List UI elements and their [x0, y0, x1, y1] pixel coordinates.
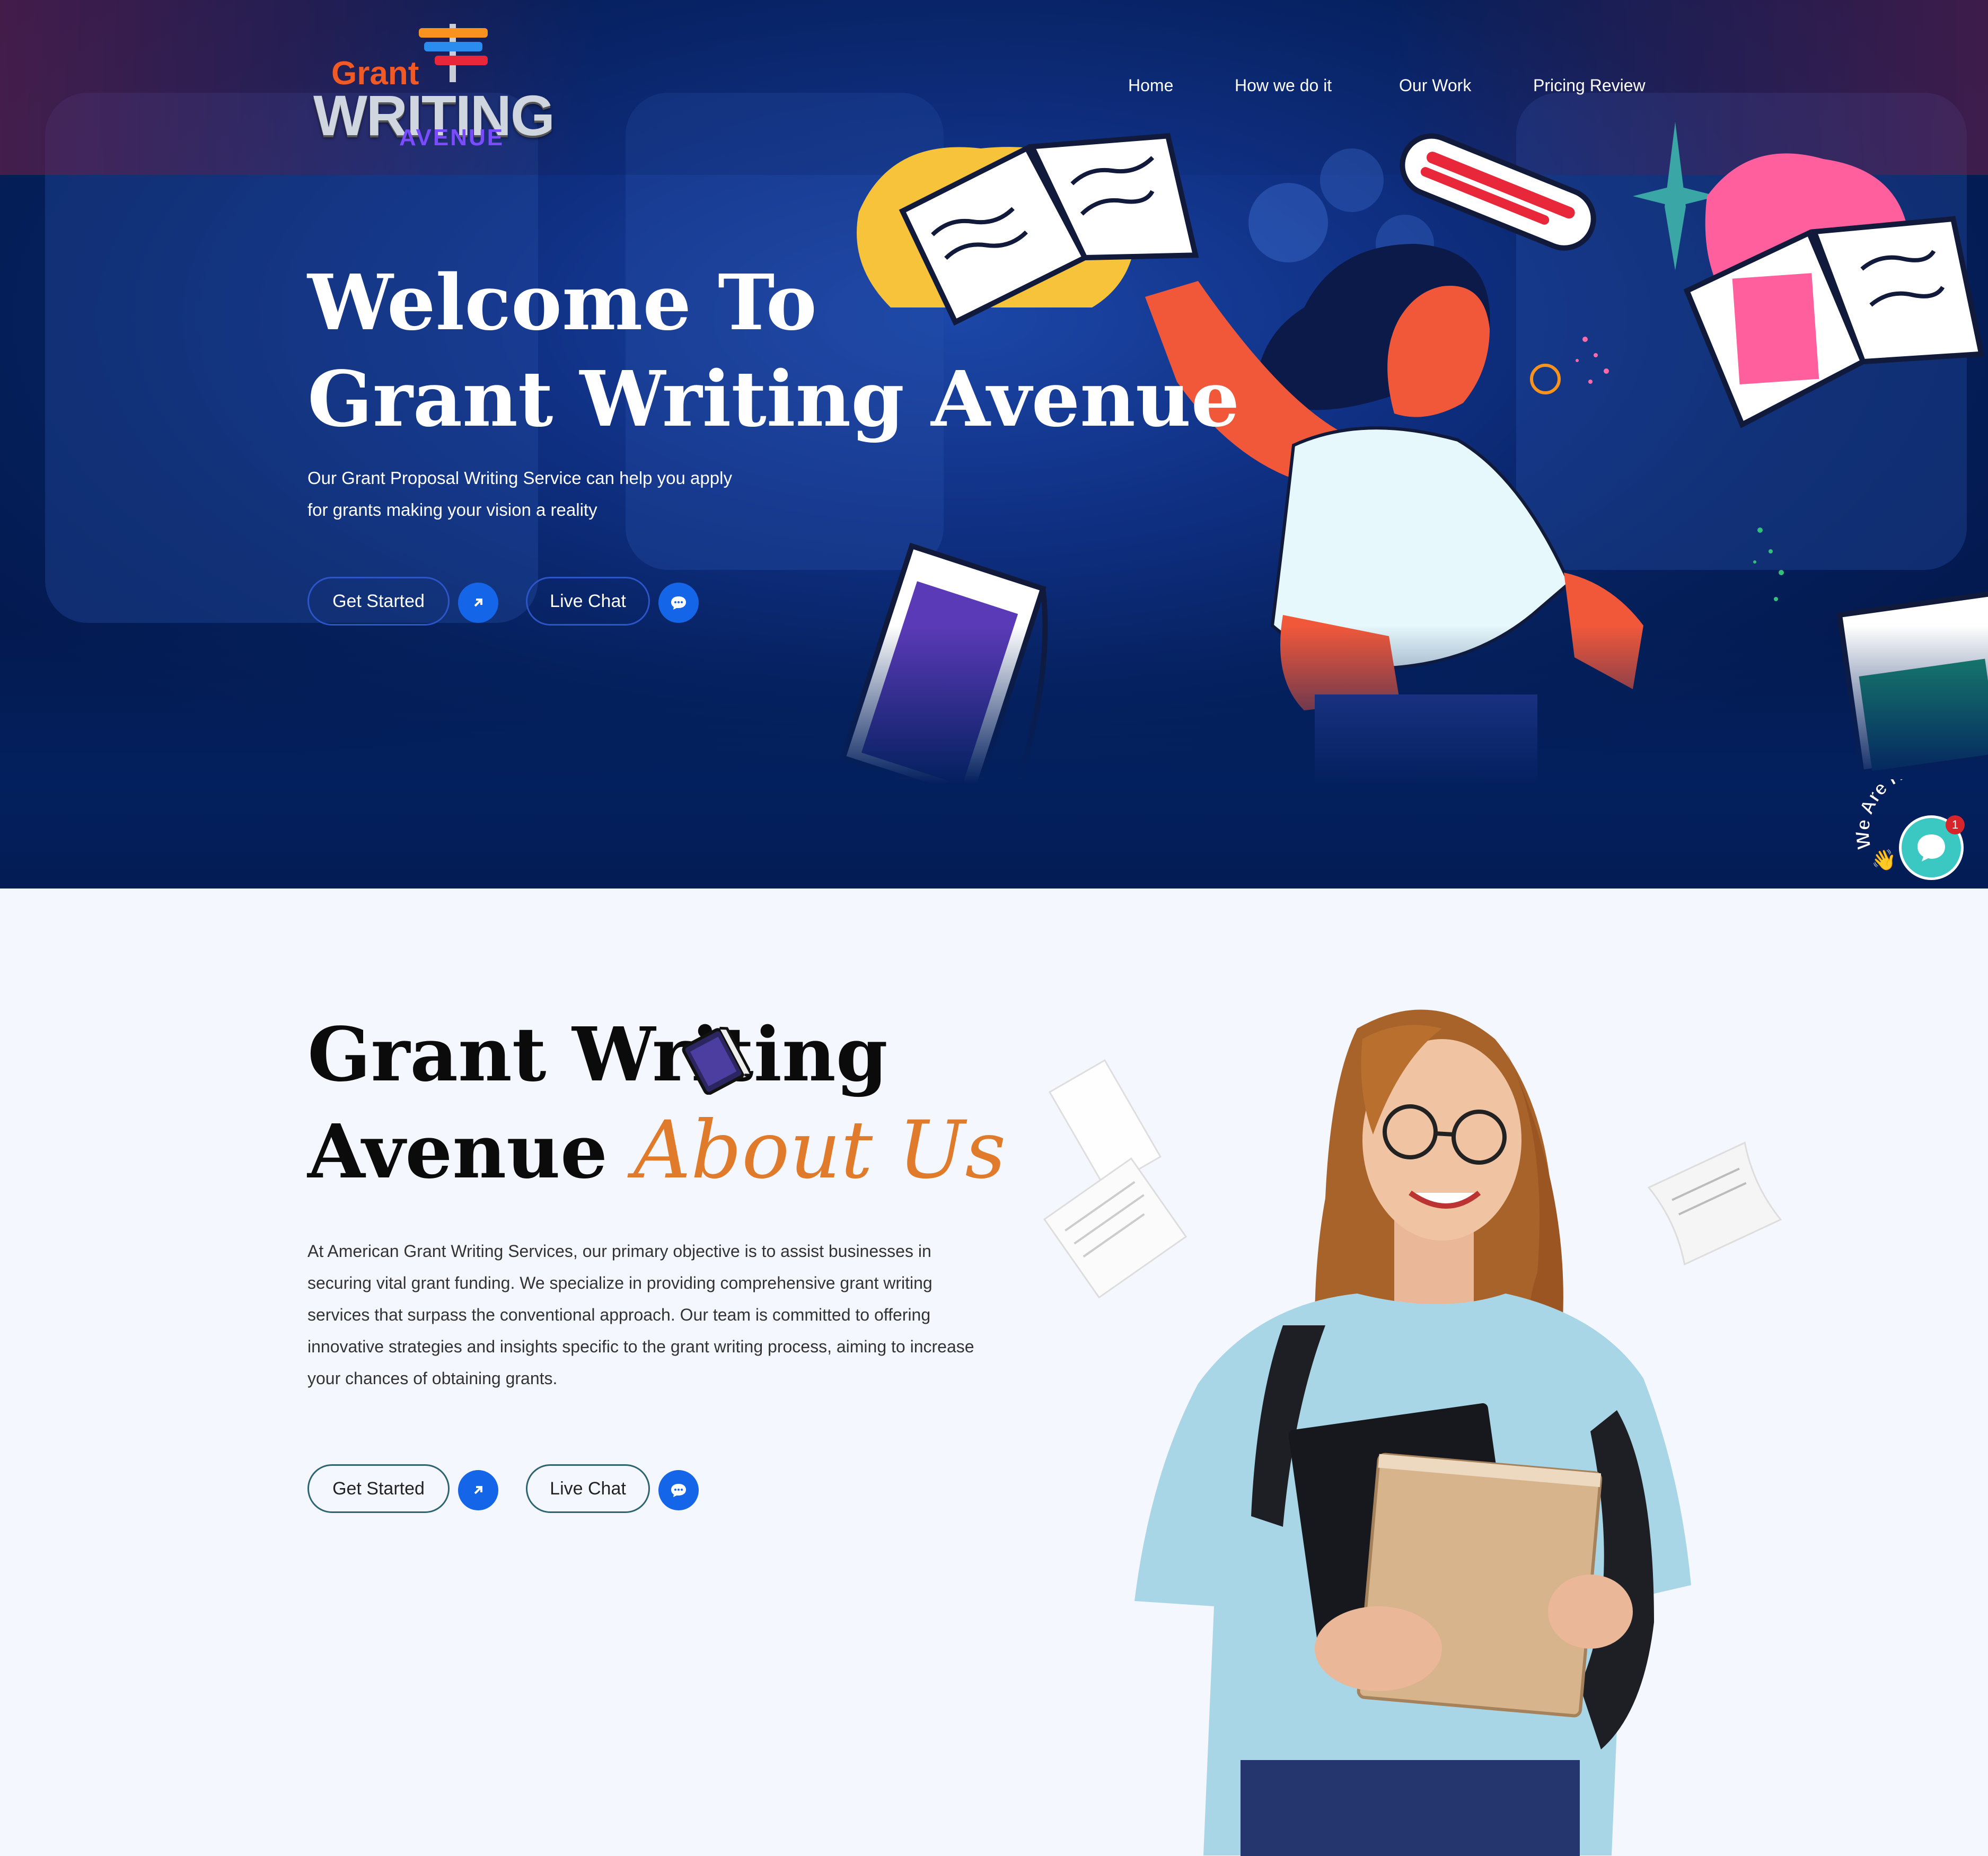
notification-badge: 1: [1946, 815, 1965, 834]
site-logo[interactable]: Grant WRITING AVENUE: [310, 24, 555, 151]
chat-bubble-icon[interactable]: [658, 1470, 699, 1510]
book-icon: [682, 1026, 750, 1095]
hero-subtitle: Our Grant Proposal Writing Service can h…: [307, 462, 795, 526]
nav-how-we-do-it[interactable]: How we do it: [1235, 76, 1332, 95]
hero-subtitle-line2: for grants making your vision a reality: [307, 500, 597, 520]
chat-bubble-icon: [1917, 834, 1945, 861]
about-title-avenue: Avenue: [307, 1109, 608, 1195]
about-title: Grant Writing Avenue About Us: [307, 1007, 1006, 1200]
hero-bottom-fade: [0, 626, 1988, 889]
nav-our-work[interactable]: Our Work: [1399, 76, 1471, 95]
hero-get-started-button[interactable]: Get Started: [307, 577, 450, 626]
nav-home[interactable]: Home: [1128, 76, 1173, 95]
signpost-icon: [419, 24, 488, 82]
about-live-chat-button[interactable]: Live Chat: [526, 1464, 650, 1513]
hero-live-chat-button[interactable]: Live Chat: [526, 577, 650, 626]
chat-bubble-icon[interactable]: [658, 583, 699, 623]
about-get-started-button[interactable]: Get Started: [307, 1464, 450, 1513]
hero-subtitle-line1: Our Grant Proposal Writing Service can h…: [307, 468, 732, 488]
logo-avenue-text: AVENUE: [399, 125, 505, 151]
waving-hand-icon: 👋: [1871, 848, 1896, 872]
about-body: At American Grant Writing Services, our …: [307, 1242, 974, 1388]
arrow-up-right-icon[interactable]: [458, 583, 498, 623]
about-title-line1: Grant Writing: [307, 1011, 888, 1098]
hero-section: Grant WRITING AVENUE Home How we do it O…: [0, 0, 1988, 889]
about-title-line2: Avenue About Us: [307, 1103, 1006, 1200]
hero-title-line1: Welcome To: [307, 258, 817, 347]
student-photo: [1043, 1009, 1782, 1856]
hero-title: Welcome To Grant Writing Avenue: [307, 254, 1239, 447]
we-are-here-chat-widget[interactable]: We Are Here! 👋 1: [1851, 757, 1988, 885]
hero-title-line2: Grant Writing Avenue: [307, 354, 1240, 444]
about-title-script: About Us: [633, 1104, 1006, 1197]
nav-pricing-review[interactable]: Pricing Review: [1533, 76, 1646, 95]
arrow-up-right-icon[interactable]: [458, 1470, 498, 1510]
